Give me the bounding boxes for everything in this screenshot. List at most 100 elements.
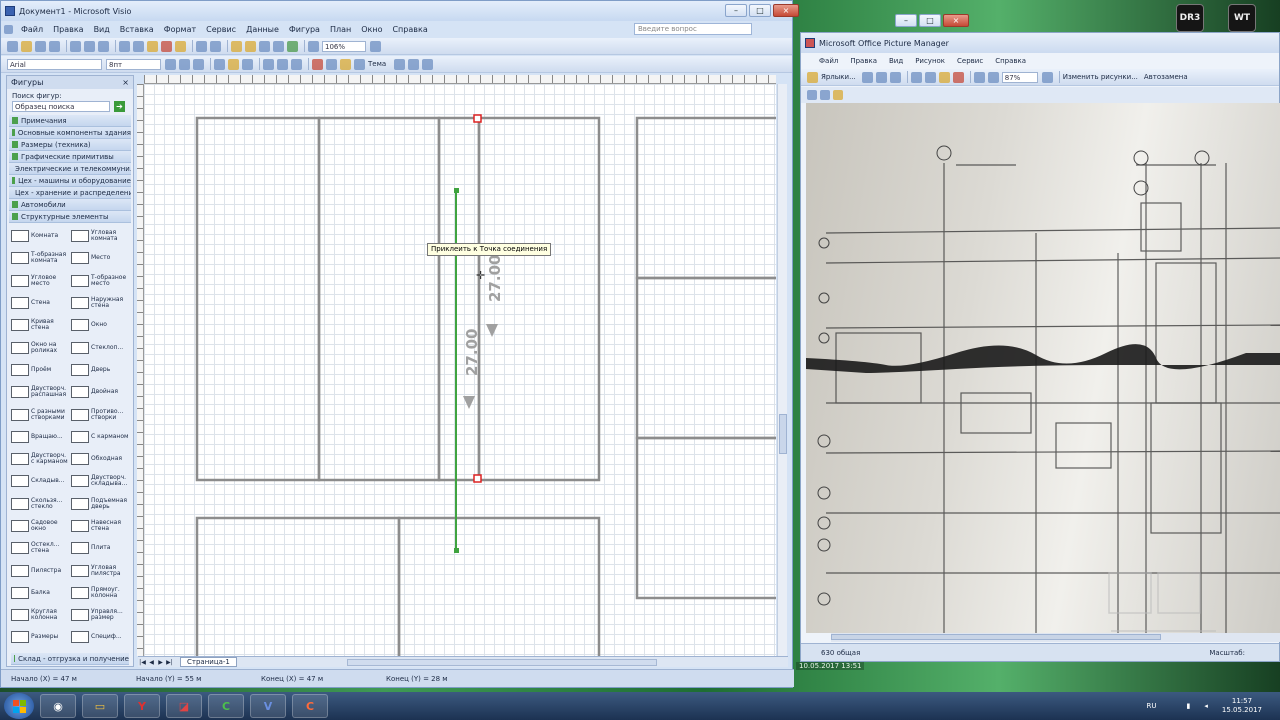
filmstrip-view-icon[interactable]: [820, 90, 830, 100]
shape-search-input[interactable]: Образец поиска: [12, 101, 110, 112]
shape-item[interactable]: Двойная: [71, 381, 129, 403]
close-button[interactable]: ×: [943, 14, 969, 27]
horizontal-scrollbar[interactable]: [346, 658, 657, 666]
zoom-icon[interactable]: [308, 40, 319, 52]
edit-pictures-button[interactable]: Изменить рисунки...: [1063, 73, 1138, 81]
bullets-icon[interactable]: [291, 58, 302, 70]
theme-label[interactable]: Тема: [368, 60, 386, 68]
save-icon[interactable]: [861, 71, 873, 83]
cut-icon[interactable]: [119, 40, 130, 52]
room-shape[interactable]: [397, 516, 601, 656]
shape-item[interactable]: Дверь: [71, 359, 129, 381]
connector-tool-icon[interactable]: [259, 40, 270, 52]
menu-item[interactable]: Формат: [159, 25, 201, 34]
menu-item[interactable]: Фигура: [284, 25, 325, 34]
shape-item[interactable]: Стеклоп...: [71, 336, 129, 358]
doc-menu-icon[interactable]: [4, 25, 16, 34]
search-go-icon[interactable]: ➔: [114, 101, 125, 112]
shape-item[interactable]: Прямоуг. колонна: [71, 582, 129, 604]
shape-item[interactable]: Стена: [11, 292, 69, 314]
shortcuts-button[interactable]: Ярлыки...: [821, 73, 856, 81]
close-button[interactable]: ×: [773, 4, 799, 17]
minimize-button[interactable]: –: [725, 4, 747, 17]
shape-item[interactable]: Складыв...: [11, 470, 69, 492]
menu-item[interactable]: Справка: [387, 25, 432, 34]
shape-item[interactable]: Место: [71, 247, 129, 269]
shape-item[interactable]: Окно: [71, 314, 129, 336]
shape-item[interactable]: Угловая пилястра: [71, 559, 129, 581]
room-shape[interactable]: [437, 116, 481, 482]
line-ends-icon[interactable]: [422, 58, 434, 70]
menu-item[interactable]: Окно: [356, 25, 387, 34]
shapes-window-icon[interactable]: [231, 40, 242, 52]
pointer-tool-icon[interactable]: [245, 40, 256, 52]
pm-zoom-label[interactable]: Масштаб:: [1209, 649, 1245, 657]
shape-item[interactable]: Проём: [11, 359, 69, 381]
visio-titlebar[interactable]: Документ1 - Microsoft Visio – □ ×: [1, 1, 799, 21]
autocorrect-button[interactable]: Автозамена: [1144, 73, 1188, 81]
pm-menu-item[interactable]: Правка: [844, 57, 883, 65]
zoom-combo[interactable]: 106%: [322, 40, 366, 52]
spelling-icon[interactable]: [98, 40, 109, 52]
vertical-scrollbar[interactable]: [777, 84, 787, 656]
shape-item[interactable]: Т-образное место: [71, 270, 129, 292]
single-view-icon[interactable]: [833, 90, 843, 100]
bold-icon[interactable]: [165, 58, 176, 70]
stencil-item[interactable]: Основные компоненты здания: [9, 127, 131, 139]
align-center-icon[interactable]: [228, 58, 239, 70]
room-shape[interactable]: [635, 116, 776, 280]
align-left-icon[interactable]: [214, 58, 225, 70]
help-search-input[interactable]: Введите вопрос: [634, 23, 752, 35]
underline-icon[interactable]: [193, 58, 204, 70]
font-size-combo[interactable]: 8пт: [106, 58, 161, 70]
fill-color-icon[interactable]: [340, 58, 351, 70]
pm-menu-item[interactable]: Вид: [883, 57, 909, 65]
copy-icon[interactable]: [133, 40, 144, 52]
connection-point-handle[interactable]: [473, 114, 482, 123]
save-icon[interactable]: [35, 40, 46, 52]
pm-menu-item[interactable]: Рисунок: [909, 57, 951, 65]
next-page-icon[interactable]: ▶: [156, 658, 165, 667]
shape-item[interactable]: Садовое окно: [11, 515, 69, 537]
prev-page-icon[interactable]: ◀: [147, 658, 156, 667]
pm-menu-item[interactable]: Файл: [813, 57, 844, 65]
permission-icon[interactable]: [49, 40, 60, 52]
desktop-app-icon[interactable]: DR3: [1176, 4, 1204, 32]
room-shape[interactable]: [635, 276, 776, 440]
connection-point-handle[interactable]: [473, 474, 482, 483]
paste-icon[interactable]: [147, 40, 158, 52]
pm-horizontal-scrollbar[interactable]: [831, 633, 1280, 642]
format-painter-icon[interactable]: [175, 40, 186, 52]
delete-icon[interactable]: [161, 40, 172, 52]
shortcuts-icon[interactable]: [807, 71, 818, 83]
taskbar-media-icon[interactable]: ◉: [40, 694, 76, 718]
redo-icon[interactable]: [210, 40, 221, 52]
menu-item[interactable]: Данные: [241, 25, 284, 34]
pm-zoom-combo[interactable]: 87%: [1001, 71, 1038, 83]
shape-item[interactable]: Двустворч. распашная: [11, 381, 69, 403]
print-icon[interactable]: [70, 40, 81, 52]
font-color-icon[interactable]: [312, 58, 323, 70]
menu-item[interactable]: Вставка: [115, 25, 159, 34]
shape-item[interactable]: Противо... створки: [71, 403, 129, 425]
line-weight-icon[interactable]: [394, 58, 406, 70]
stencil-item[interactable]: Примечания: [9, 115, 131, 127]
shape-item[interactable]: Двустворч. с карманом: [11, 448, 69, 470]
first-page-icon[interactable]: |◀: [138, 658, 147, 667]
new-icon[interactable]: [7, 40, 18, 52]
menu-item[interactable]: План: [325, 25, 356, 34]
shape-item[interactable]: Вращаю...: [11, 426, 69, 448]
shape-item[interactable]: С карманом: [71, 426, 129, 448]
paste-icon[interactable]: [938, 71, 950, 83]
menu-item[interactable]: Сервис: [201, 25, 241, 34]
room-shape[interactable]: [195, 516, 401, 656]
endpoint-handle[interactable]: [454, 548, 459, 553]
shape-item[interactable]: Окно на роликах: [11, 336, 69, 358]
line-pattern-icon[interactable]: [408, 58, 420, 70]
shape-item[interactable]: Угловое место: [11, 270, 69, 292]
help-icon[interactable]: [1041, 71, 1053, 83]
undo-icon[interactable]: [973, 71, 985, 83]
shape-item[interactable]: Пилястра: [11, 559, 69, 581]
menu-item[interactable]: Правка: [48, 25, 88, 34]
stencil-item[interactable]: Цех - хранение и распределение: [9, 187, 131, 199]
